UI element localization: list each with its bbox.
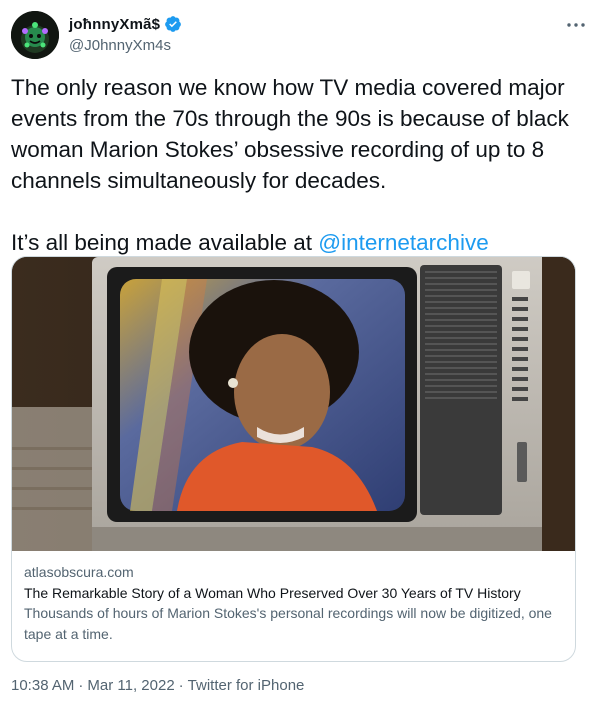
verified-badge-icon <box>165 16 182 32</box>
tweet-header: jоħnnyXmã$ @J0hnnyXm4s <box>11 11 594 61</box>
tweet-text-line2: It’s all being made available at <box>11 230 319 255</box>
author-names: jоħnnyXmã$ @J0hnnyXm4s <box>69 14 182 54</box>
display-name-row: jоħnnyXmã$ <box>69 14 182 34</box>
tv-photo <box>12 257 575 551</box>
tweet-source[interactable]: Twitter for iPhone <box>188 677 305 694</box>
meta-separator-2: · <box>178 677 184 694</box>
tweet-text: The only reason we know how TV media cov… <box>11 72 591 258</box>
tweet-date[interactable]: Mar 11, 2022 <box>87 677 174 694</box>
tweet-time[interactable]: 10:38 AM <box>11 677 74 694</box>
mention-link[interactable]: @internetarchive <box>318 230 488 255</box>
meta-separator-1: · <box>78 677 84 694</box>
card-image[interactable] <box>12 257 575 551</box>
card-title: The Remarkable Story of a Woman Who Pres… <box>24 585 521 601</box>
avatar-image <box>11 11 59 59</box>
tweet-text-main: The only reason we know how TV media cov… <box>11 75 576 193</box>
author-handle[interactable]: @J0hnnyXm4s <box>69 37 182 54</box>
card-description: Thousands of hours of Marion Stokes's pe… <box>24 605 552 642</box>
display-name[interactable]: jоħnnyXmã$ <box>69 16 160 33</box>
card-text: atlasobscura.com The Remarkable Story of… <box>24 563 563 645</box>
tweet-meta: 10:38 AM · Mar 11, 2022 · Twitter for iP… <box>11 677 304 694</box>
more-dots-icon[interactable] <box>564 15 588 35</box>
link-card[interactable]: atlasobscura.com The Remarkable Story of… <box>11 256 576 662</box>
card-domain: atlasobscura.com <box>24 564 134 580</box>
avatar[interactable] <box>11 11 59 59</box>
